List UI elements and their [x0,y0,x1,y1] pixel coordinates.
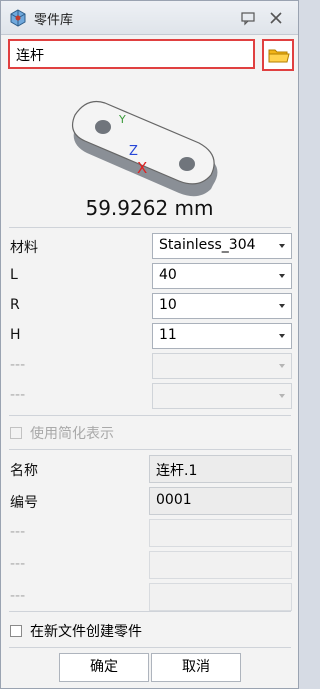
folder-icon [268,49,290,63]
axis-z-label: Z [129,144,138,159]
simplified-representation-checkbox[interactable]: 使用简化表示 [10,423,114,443]
attribute-field [149,583,292,611]
param-label: --- [10,357,26,373]
divider [9,227,291,228]
divider [9,449,291,450]
cancel-button[interactable]: 取消 [151,653,241,682]
divider [9,611,291,612]
part-name-field[interactable]: 连杆 [8,39,255,69]
param-label: H [10,327,21,343]
param-label: 材料 [10,240,38,256]
attribute-field[interactable]: 连杆.1 [149,455,292,483]
axis-y-label: Y [118,113,126,126]
param-label: L [10,267,18,283]
part-name-text: 连杆 [16,48,44,64]
param-label: --- [10,387,26,403]
close-icon[interactable] [267,9,285,27]
param-value: Stainless_304 [159,237,256,253]
part-library-icon [10,9,26,27]
param-dropdown[interactable]: 11 [152,323,292,349]
ok-button[interactable]: 确定 [59,653,149,682]
attribute-value: 0001 [156,492,192,508]
checkbox-box [10,625,22,637]
simplified-representation-label: 使用简化表示 [30,426,114,442]
chevron-down-icon [279,304,285,308]
attribute-label: --- [10,588,26,604]
chevron-down-icon [279,334,285,338]
checkbox-box [10,427,22,439]
attribute-label: --- [10,556,26,572]
attribute-label: 名称 [10,463,38,479]
chevron-down-icon [279,394,285,398]
chevron-down-icon [279,244,285,248]
param-label: R [10,297,20,313]
link-part-3d-icon: Y Z X [72,100,218,197]
title-bar: 零件库 [1,1,298,35]
param-value: 11 [159,327,177,343]
param-dropdown [152,383,292,409]
attribute-label: --- [10,524,26,540]
param-dropdown[interactable]: Stainless_304 [152,233,292,259]
panel-title: 零件库 [34,13,74,28]
divider [9,647,291,648]
divider [9,415,291,416]
attribute-value: 连杆.1 [156,463,198,479]
create-in-new-file-label: 在新文件创建零件 [30,624,142,640]
param-dropdown[interactable]: 40 [152,263,292,289]
attribute-field [149,551,292,579]
attribute-field[interactable]: 0001 [149,487,292,515]
param-dropdown[interactable]: 10 [152,293,292,319]
comment-icon[interactable] [239,9,257,27]
create-in-new-file-checkbox[interactable]: 在新文件创建零件 [10,621,142,641]
param-value: 40 [159,267,177,283]
part-library-panel: 零件库 连杆 Y Z X 59.9262 mm 材料 Stainless_304 L… [0,0,299,689]
attribute-field [149,519,292,547]
chevron-down-icon [279,364,285,368]
browse-button[interactable] [262,39,294,71]
param-dropdown [152,353,292,379]
param-value: 10 [159,297,177,313]
attribute-label: 编号 [10,495,38,511]
axis-x-label: X [137,159,147,177]
chevron-down-icon [279,274,285,278]
measurement-value: 59.9262 mm [85,196,214,220]
